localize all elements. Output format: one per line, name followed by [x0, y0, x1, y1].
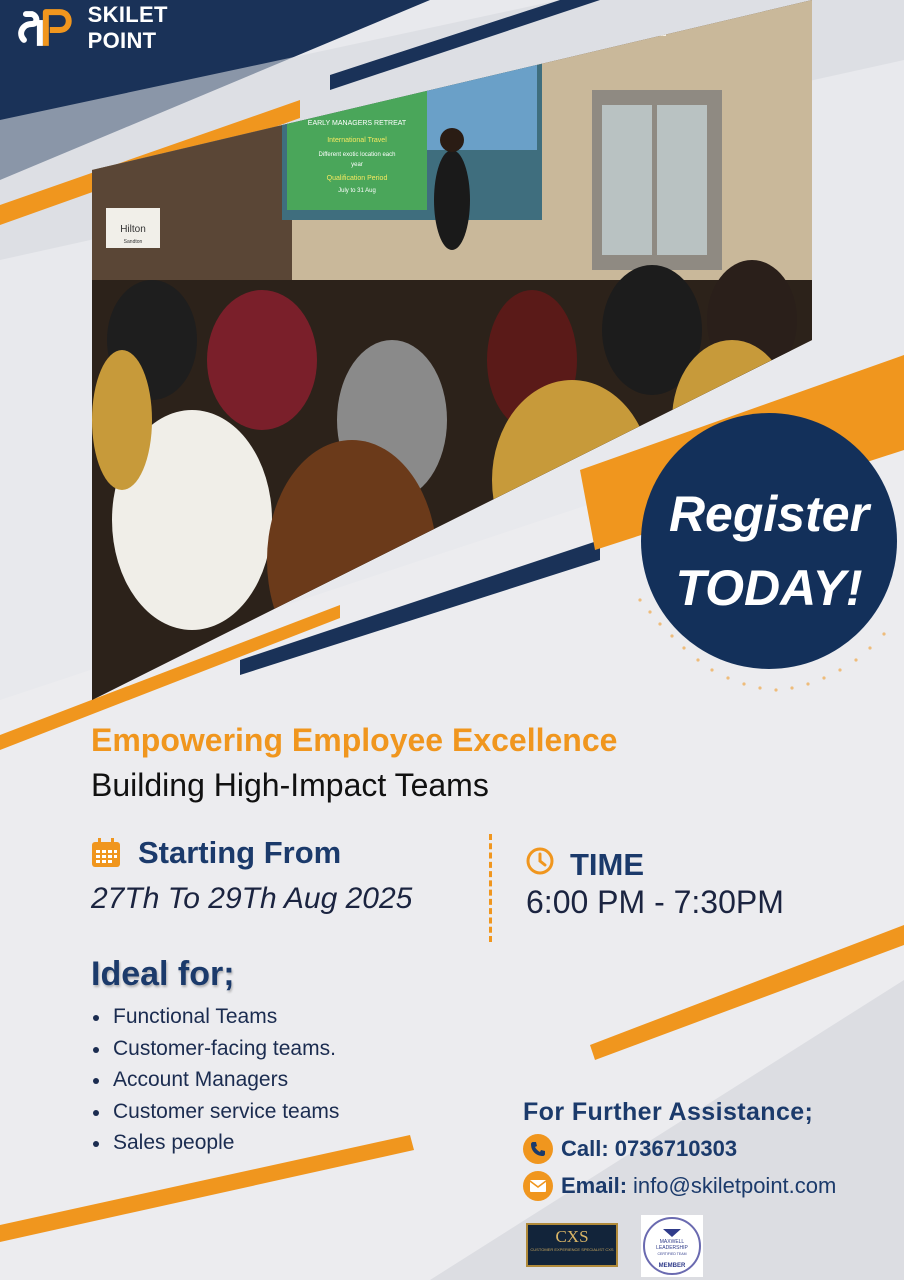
screen-heading: EARLY MANAGERS RETREAT	[308, 120, 407, 127]
time-label: TIME	[570, 847, 645, 882]
event-time: 6:00 PM - 7:30PM	[526, 884, 784, 920]
schedule-divider	[489, 834, 492, 942]
clock-icon	[526, 847, 554, 875]
maxwell-line: MEMBER	[659, 1263, 686, 1269]
maxwell-line: CERTIFIED TEAM	[657, 1252, 686, 1256]
email-icon	[523, 1171, 553, 1201]
call-row[interactable]: Call: 0736710303	[523, 1134, 737, 1164]
audience-list: Functional Teams Customer-facing teams. …	[93, 1003, 339, 1161]
event-subtitle: Building High-Impact Teams	[91, 767, 489, 803]
email-row[interactable]: Email: info@skiletpoint.com	[523, 1171, 836, 1201]
sp-logo-icon	[18, 9, 72, 46]
ideal-for-heading: Ideal for;	[91, 955, 235, 993]
event-title: Empowering Employee Excellence	[91, 722, 618, 758]
cxs-badge-title: CXS	[555, 1227, 589, 1246]
screen-line: year	[351, 162, 363, 168]
email-label: Email:	[561, 1173, 628, 1198]
calendar-icon	[92, 838, 120, 867]
email-address[interactable]: info@skiletpoint.com	[633, 1173, 836, 1199]
today-line: TODAY!	[675, 560, 863, 616]
list-item: Account Managers	[93, 1066, 339, 1098]
assistance-heading: For Further Assistance;	[523, 1098, 814, 1126]
cxs-badge-subtitle: CUSTOMER EXPERIENCE SPECIALIST CXS	[530, 1247, 614, 1252]
list-item: Customer-facing teams.	[93, 1035, 339, 1067]
list-item: Functional Teams	[93, 1003, 339, 1035]
register-line: Register	[668, 486, 870, 542]
screen-line: International Travel	[327, 137, 387, 144]
maxwell-leadership-badge: MAXWELL LEADERSHIP CERTIFIED TEAM MEMBER	[641, 1215, 703, 1277]
list-item: Sales people	[93, 1129, 339, 1161]
register-today-badge[interactable]: Register TODAY!	[641, 413, 897, 669]
hotel-sign: Hilton	[120, 224, 146, 235]
call-number[interactable]: Call: 0736710303	[561, 1136, 737, 1162]
phone-icon	[523, 1134, 553, 1164]
starting-from-label: Starting From	[138, 835, 342, 870]
screen-line: Qualification Period	[327, 175, 388, 182]
screen-line: Different exotic location each	[319, 152, 396, 158]
event-dates: 27Th To 29Th Aug 2025	[91, 882, 413, 915]
exit-sign: EXIT	[639, 23, 660, 33]
cxs-badge: CXS CUSTOMER EXPERIENCE SPECIALIST CXS	[526, 1223, 618, 1267]
screen-line: July to 31 Aug	[338, 188, 376, 194]
maxwell-line: LEADERSHIP	[656, 1245, 688, 1251]
list-item: Customer service teams	[93, 1098, 339, 1130]
hotel-sign: Sandton	[124, 239, 143, 245]
